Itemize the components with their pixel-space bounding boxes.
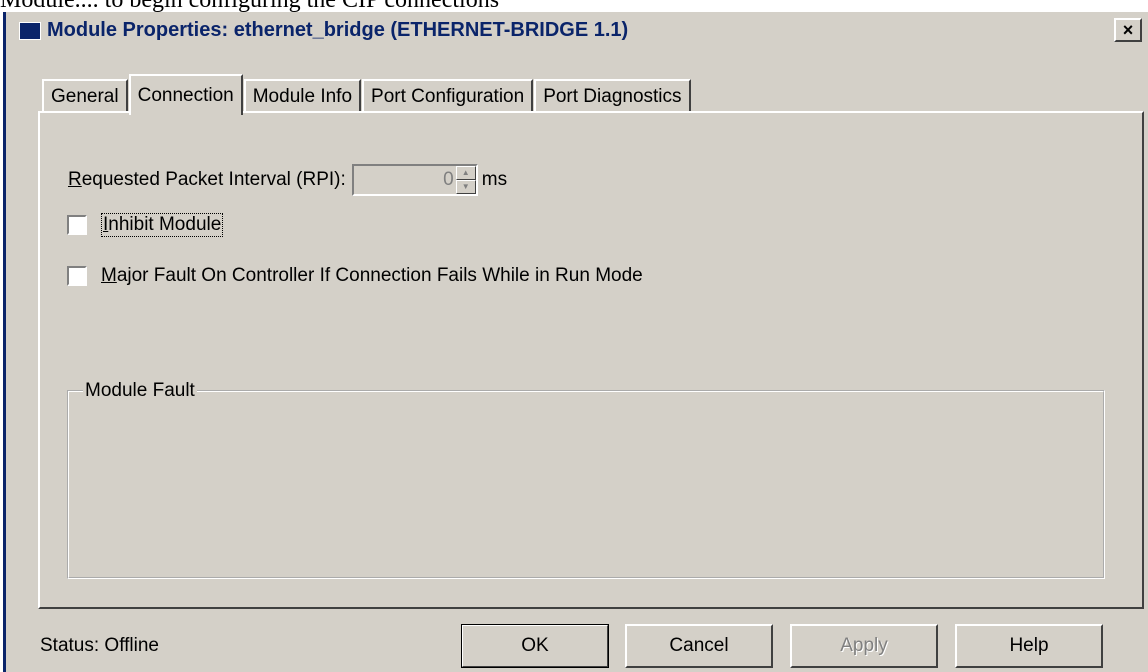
rpi-input[interactable]: 0 ▲ ▼ (351, 164, 478, 196)
tab-strip: General Connection Module Info Port Conf… (42, 72, 692, 115)
tab-connection[interactable]: Connection (128, 74, 243, 115)
apply-button[interactable]: Apply (790, 624, 938, 668)
major-fault-checkbox[interactable] (67, 266, 87, 286)
title-bar[interactable]: Module Properties: ethernet_bridge (ETHE… (6, 12, 1148, 49)
tab-port-diagnostics[interactable]: Port Diagnostics (534, 79, 691, 113)
module-fault-group (67, 390, 1105, 579)
spin-up-icon[interactable]: ▲ (455, 166, 476, 180)
tab-general[interactable]: General (42, 79, 128, 113)
rpi-label: Requested Packet Interval (RPI): (68, 169, 346, 190)
rpi-unit: ms (481, 169, 508, 190)
window-icon (19, 21, 41, 40)
status-text: Status: Offline (40, 635, 159, 656)
close-button[interactable]: × (1114, 18, 1142, 42)
tab-module-info[interactable]: Module Info (243, 79, 362, 113)
help-button[interactable]: Help (955, 624, 1103, 668)
rpi-row: Requested Packet Interval (RPI): 0 ▲ ▼ m… (68, 164, 507, 196)
rpi-spinner[interactable]: ▲ ▼ (455, 166, 476, 194)
tab-port-configuration[interactable]: Port Configuration (362, 79, 534, 113)
window-title: Module Properties: ethernet_bridge (ETHE… (47, 19, 629, 41)
module-fault-label: Module Fault (83, 380, 197, 402)
inhibit-module-row: Inhibit Module (67, 213, 224, 237)
major-fault-row: Major Fault On Controller If Connection … (67, 265, 643, 287)
cancel-button[interactable]: Cancel (625, 624, 773, 668)
inhibit-module-checkbox[interactable] (67, 215, 87, 235)
module-properties-dialog: Module Properties: ethernet_bridge (ETHE… (3, 12, 1148, 672)
ok-button[interactable]: OK (461, 624, 609, 668)
rpi-value: 0 (443, 169, 454, 190)
spin-down-icon[interactable]: ▼ (455, 180, 476, 194)
major-fault-label[interactable]: Major Fault On Controller If Connection … (101, 265, 643, 287)
inhibit-module-label[interactable]: Inhibit Module (101, 213, 224, 237)
